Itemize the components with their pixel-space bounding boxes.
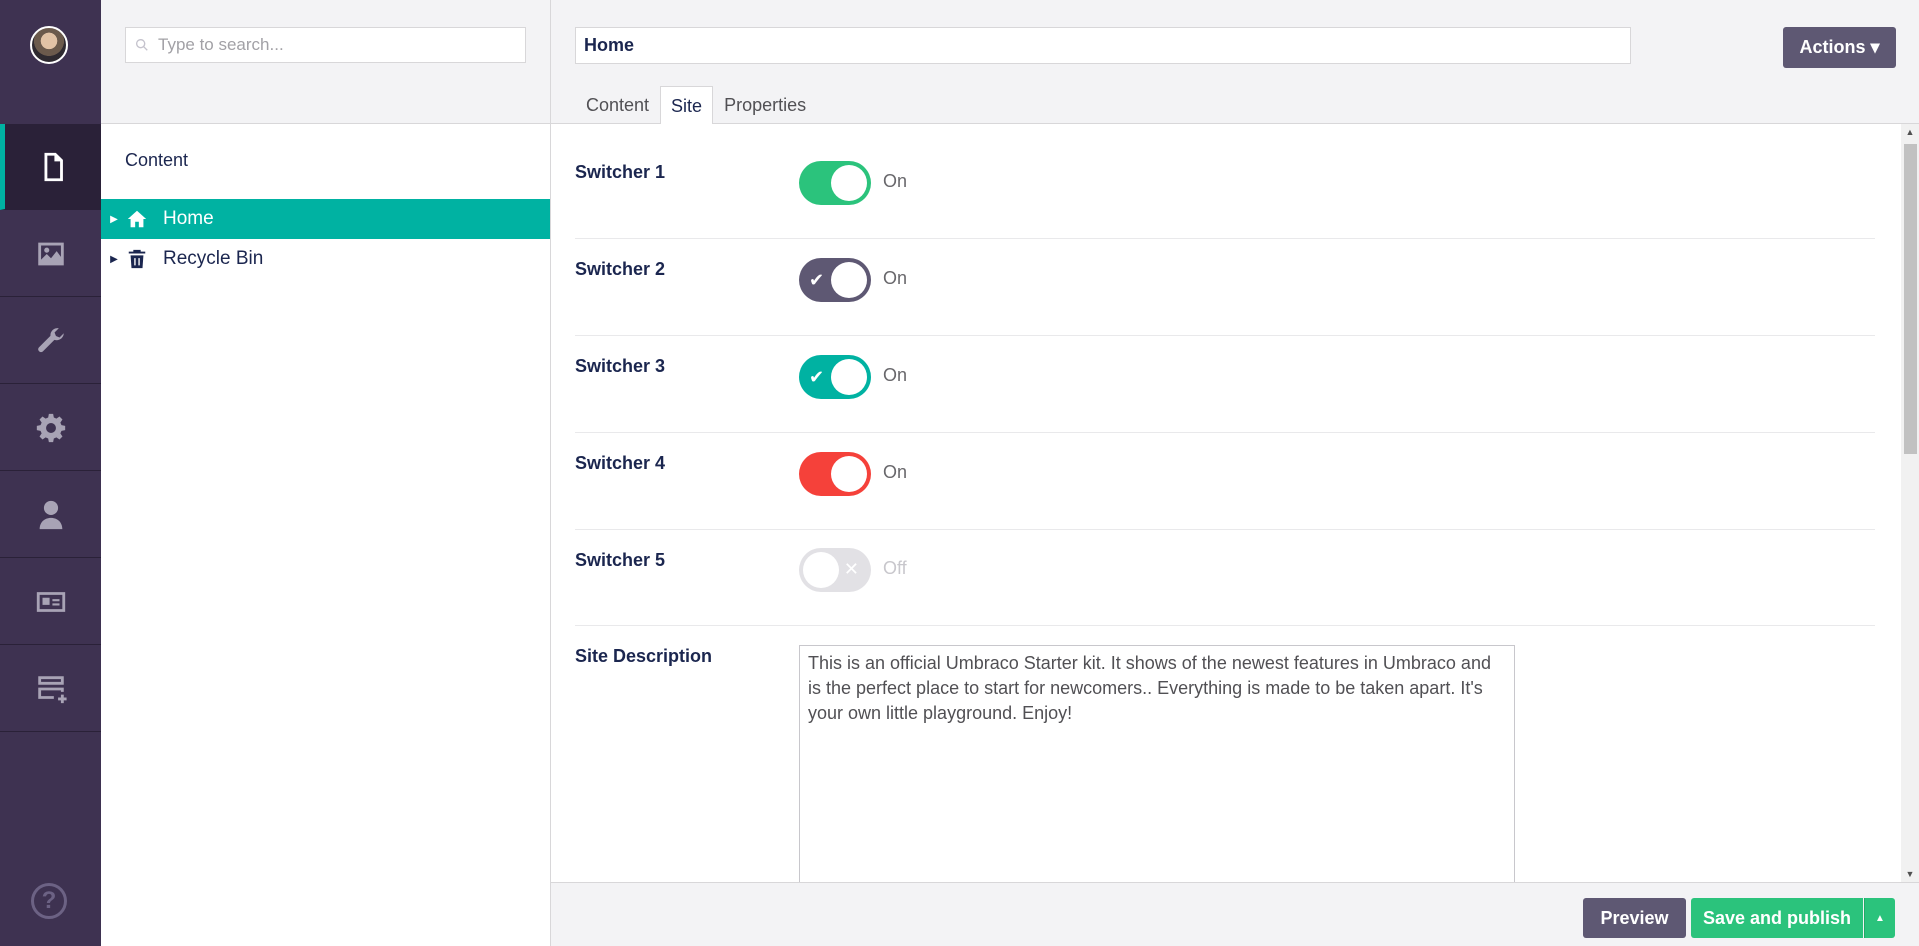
property-switcher-1: Switcher 1 On [575, 124, 1875, 239]
search-icon [136, 39, 148, 51]
section-settings-button[interactable] [0, 298, 101, 384]
editor-scrollbar[interactable]: ▲ ▼ [1901, 124, 1919, 882]
tree-node-label: Recycle Bin [163, 248, 264, 269]
wrench-icon [37, 327, 64, 352]
toggle-switch[interactable] [799, 161, 871, 205]
editor-footer: Preview Save and publish ▲ [551, 882, 1919, 946]
home-icon [125, 207, 149, 231]
editor-header: Actions ▾ Content Site Properties [551, 0, 1919, 125]
tree-section-title: Content [125, 150, 189, 170]
scroll-thumb[interactable] [1904, 144, 1917, 454]
document-icon [44, 152, 63, 181]
toggle-state-label: On [883, 268, 908, 288]
toggle-knob [831, 165, 867, 201]
property-switcher-3: Switcher 3 ✔ On [575, 336, 1875, 433]
check-icon: ✔ [809, 270, 825, 290]
toggle-state-label: On [883, 171, 908, 191]
toggle-state-label: On [883, 365, 908, 385]
content-tree-panel: Content ▶ Home ▶ Recycle Bin [101, 0, 551, 946]
expand-caret-icon[interactable]: ▶ [103, 254, 125, 265]
cross-icon: ✕ [843, 559, 859, 579]
help-button[interactable]: ? [31, 883, 67, 919]
publish-options-caret-icon[interactable]: ▲ [1864, 898, 1895, 938]
toggle-knob [803, 552, 839, 588]
node-name-input[interactable] [575, 27, 1631, 64]
check-icon: ✔ [809, 367, 825, 387]
toggle-switch[interactable]: ✕ [799, 548, 871, 592]
section-content-button[interactable] [0, 124, 101, 210]
toggle-switch[interactable]: ✔ [799, 258, 871, 302]
user-avatar[interactable] [30, 26, 68, 64]
tab-properties[interactable]: Properties [713, 86, 817, 124]
section-members-button[interactable] [0, 559, 101, 645]
gear-icon [36, 413, 65, 442]
section-users-button[interactable] [0, 472, 101, 558]
tree-header [101, 0, 550, 124]
section-nav-rail: ? [0, 0, 101, 946]
section-media-button[interactable] [0, 211, 101, 297]
property-label: Switcher 5 [575, 550, 666, 570]
editor-body: Switcher 1 On Switcher 2 ✔ On Switcher 3… [551, 124, 1901, 882]
actions-button[interactable]: Actions ▾ [1783, 27, 1896, 68]
toggle-state-label: On [883, 462, 908, 482]
preview-button[interactable]: Preview [1583, 898, 1686, 938]
site-description-label: Site Description [575, 646, 713, 666]
expand-caret-icon[interactable]: ▶ [103, 214, 125, 225]
property-switcher-4: Switcher 4 On [575, 433, 1875, 530]
property-switcher-5: Switcher 5 ✕ Off [575, 530, 1875, 626]
search-input[interactable] [158, 35, 518, 55]
toggle-state-label: Off [883, 558, 907, 578]
tree-node-recycle-bin[interactable]: ▶ Recycle Bin [101, 239, 550, 279]
tree-search[interactable] [125, 27, 526, 63]
property-label: Switcher 1 [575, 162, 666, 182]
section-forms-button[interactable] [0, 646, 101, 732]
scroll-up-arrow-icon[interactable]: ▲ [1901, 124, 1919, 140]
toggle-switch[interactable] [799, 452, 871, 496]
user-icon [39, 500, 62, 529]
property-label: Switcher 3 [575, 356, 666, 376]
property-label: Switcher 4 [575, 453, 666, 473]
form-add-icon [37, 675, 67, 703]
toggle-switch[interactable]: ✔ [799, 355, 871, 399]
tree-node-label: Home [163, 208, 214, 229]
editor-tabs: Content Site Properties [575, 86, 817, 125]
toggle-knob [831, 456, 867, 492]
id-card-icon [36, 591, 65, 612]
property-label: Switcher 2 [575, 259, 666, 279]
section-packages-button[interactable] [0, 385, 101, 471]
trash-icon [125, 247, 149, 271]
image-icon [37, 242, 64, 265]
site-description-textarea[interactable]: This is an official Umbraco Starter kit.… [799, 645, 1515, 882]
scroll-down-arrow-icon[interactable]: ▼ [1901, 866, 1919, 882]
tab-content[interactable]: Content [575, 86, 660, 124]
toggle-knob [831, 359, 867, 395]
toggle-knob [831, 262, 867, 298]
tab-site[interactable]: Site [660, 86, 714, 125]
save-and-publish-button[interactable]: Save and publish [1691, 898, 1863, 938]
property-switcher-2: Switcher 2 ✔ On [575, 239, 1875, 336]
tree-node-home[interactable]: ▶ Home [101, 199, 550, 239]
